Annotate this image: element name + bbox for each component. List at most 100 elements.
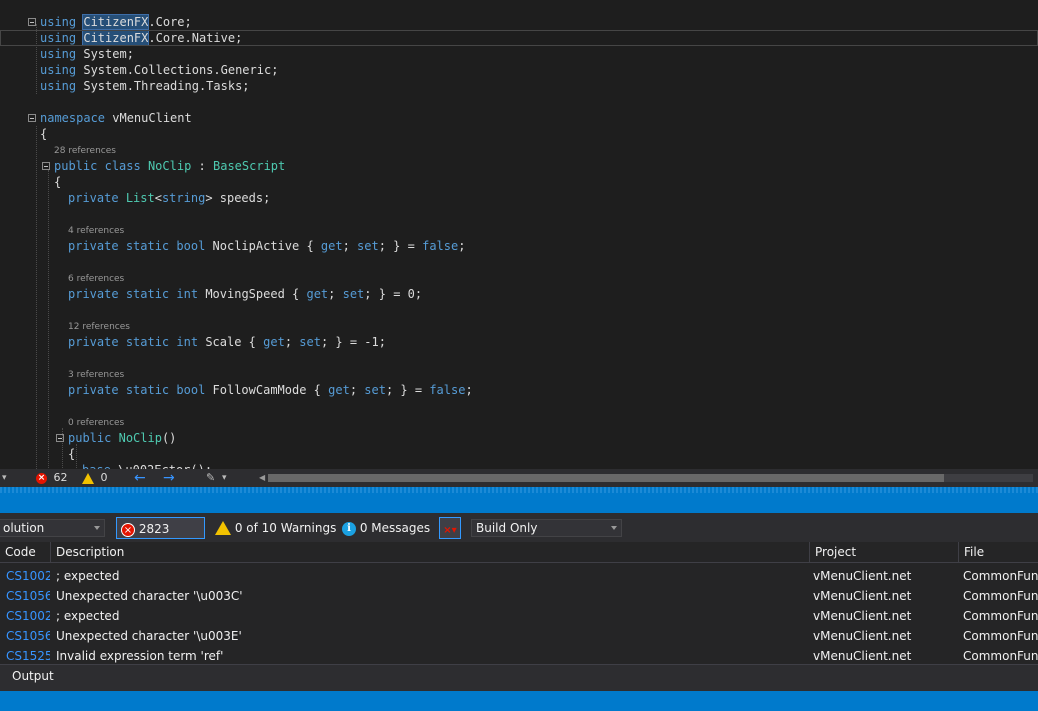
code-line[interactable] <box>0 254 1038 270</box>
code-token: vMenuClient <box>105 111 192 125</box>
codelens-references[interactable]: 3 references <box>0 369 1038 382</box>
filter-toggle-button[interactable]: ×▾ <box>439 517 461 539</box>
code-token: ; <box>465 383 473 397</box>
code-text: { <box>40 126 47 142</box>
keyword-token: private <box>68 383 119 397</box>
table-row[interactable]: CS1056 Unexpected character '\u003C' vMenu… <box>0 586 1038 606</box>
codelens-references[interactable]: 4 references <box>0 225 1038 238</box>
code-line[interactable] <box>0 206 1038 222</box>
keyword-token: bool <box>176 383 206 397</box>
table-row[interactable]: CS1525 Invalid expression term 'ref' vMenu… <box>0 646 1038 664</box>
column-header-description[interactable]: Description <box>51 542 810 562</box>
code-line[interactable]: using System; <box>0 46 1038 62</box>
cell-description: Invalid expression term 'ref' <box>56 649 224 663</box>
code-line[interactable] <box>0 302 1038 318</box>
table-row[interactable]: CS1002 ; expected vMenuClient.net CommonFun… <box>0 566 1038 586</box>
brush-dropdown-icon[interactable]: ▾ <box>222 469 227 487</box>
cell-code[interactable]: CS1056 <box>6 586 50 606</box>
code-text: private static bool FollowCamMode { get;… <box>68 382 473 398</box>
code-token: System.Collections.Generic; <box>76 63 279 77</box>
keyword-token: using <box>40 31 77 45</box>
codelens-label: 4 references <box>68 226 125 236</box>
code-line[interactable]: private static int MovingSpeed { get; se… <box>0 286 1038 302</box>
code-lines[interactable]: using CitizenFX.Core; using CitizenFX.Cor… <box>0 14 1038 469</box>
codelens-references[interactable]: 28 references <box>0 145 1038 158</box>
warning-icon <box>82 472 94 484</box>
code-text: private static int MovingSpeed { get; se… <box>68 286 422 302</box>
error-list-table[interactable]: Code Description Project File CS1002 ; ex… <box>0 542 1038 664</box>
column-header-project[interactable]: Project <box>810 542 959 562</box>
code-line[interactable]: { <box>0 446 1038 462</box>
code-text: base.\u002Ector(); <box>82 462 212 469</box>
type-token: List <box>125 191 155 205</box>
code-line[interactable]: { <box>0 126 1038 142</box>
scroll-left-icon[interactable]: ◀ <box>259 469 265 487</box>
collapse-region-icon[interactable] <box>28 114 36 122</box>
code-token: .Core; <box>148 15 192 29</box>
cell-code[interactable]: CS1002 <box>6 566 50 586</box>
tab-output[interactable]: Output <box>12 667 54 685</box>
code-line[interactable] <box>0 94 1038 110</box>
keyword-token: static <box>125 239 170 253</box>
scope-combobox-value: olution <box>3 521 45 535</box>
code-token: ; <box>328 287 343 301</box>
code-line[interactable]: using System.Collections.Generic; <box>0 62 1038 78</box>
collapse-region-icon[interactable] <box>28 18 36 26</box>
collapse-region-icon[interactable] <box>42 162 50 170</box>
codelens-references[interactable]: 12 references <box>0 321 1038 334</box>
code-line[interactable]: base.\u002Ector(); <box>0 462 1038 469</box>
error-icon: × <box>36 472 47 484</box>
code-line[interactable] <box>0 398 1038 414</box>
errors-filter-button[interactable]: × 2823 Errors <box>116 517 205 558</box>
scope-combobox[interactable]: olution <box>0 519 105 537</box>
keyword-token: get <box>320 239 343 253</box>
code-line[interactable] <box>0 350 1038 366</box>
build-filter-combobox[interactable]: Build Only <box>471 519 622 537</box>
code-line[interactable]: public NoClip() <box>0 430 1038 446</box>
messages-filter-label: 0 Messages <box>359 521 431 535</box>
code-token: ; <box>349 383 365 397</box>
code-line[interactable]: public class NoClip : BaseScript <box>0 158 1038 174</box>
collapse-region-icon[interactable] <box>56 434 64 442</box>
code-editor[interactable]: using CitizenFX.Core; using CitizenFX.Cor… <box>0 0 1038 469</box>
code-token: ; <box>342 239 358 253</box>
warnings-filter-button[interactable]: 0 of 10 Warnings <box>211 517 340 539</box>
highlighted-token: CitizenFX <box>82 14 150 30</box>
warning-indicator[interactable]: 0 <box>82 469 108 487</box>
error-count: 62 <box>53 471 68 484</box>
navigate-forward-icon[interactable]: → <box>163 469 175 487</box>
code-line[interactable]: namespace vMenuClient <box>0 110 1038 126</box>
keyword-token: static <box>125 335 170 349</box>
keyword-token: int <box>176 335 199 349</box>
zoom-dropdown-arrow-icon[interactable]: ▾ <box>2 469 7 487</box>
code-line[interactable]: using CitizenFX.Core; <box>0 14 1038 30</box>
table-row[interactable]: CS1002 ; expected vMenuClient.net CommonFun… <box>0 606 1038 626</box>
keyword-token: static <box>125 287 170 301</box>
code-line[interactable]: private static bool FollowCamMode { get;… <box>0 382 1038 398</box>
error-indicator[interactable]: × 62 <box>36 469 68 487</box>
brush-icon[interactable]: ✎ <box>206 469 215 487</box>
code-text: { <box>54 174 61 190</box>
code-token: { <box>54 175 62 189</box>
codelens-references[interactable]: 0 references <box>0 417 1038 430</box>
code-line[interactable]: private static bool NoclipActive { get ; … <box>0 238 1038 254</box>
cell-code[interactable]: CS1525 <box>6 646 50 664</box>
table-row[interactable]: CS1056 Unexpected character '\u003E' vMenu… <box>0 626 1038 646</box>
cell-code[interactable]: CS1002 <box>6 606 50 626</box>
cell-code[interactable]: CS1056 <box>6 626 50 646</box>
code-line[interactable]: { <box>0 174 1038 190</box>
code-token: NoclipActive { <box>205 239 321 253</box>
keyword-token: static <box>125 383 170 397</box>
codelens-references[interactable]: 6 references <box>0 273 1038 286</box>
code-line[interactable]: using CitizenFX.Core.Native; <box>0 30 1038 46</box>
code-line[interactable]: using System.Threading.Tasks; <box>0 78 1038 94</box>
code-line[interactable]: private List<string> speeds; <box>0 190 1038 206</box>
messages-filter-button[interactable]: i 0 Messages <box>338 517 434 539</box>
code-line[interactable]: private static int Scale { get; set; } =… <box>0 334 1038 350</box>
column-header-file[interactable]: File <box>959 542 1038 562</box>
navigate-back-icon[interactable]: ← <box>134 469 146 487</box>
column-header-code[interactable]: Code <box>0 542 51 562</box>
horizontal-scrollbar-thumb[interactable] <box>268 474 944 482</box>
